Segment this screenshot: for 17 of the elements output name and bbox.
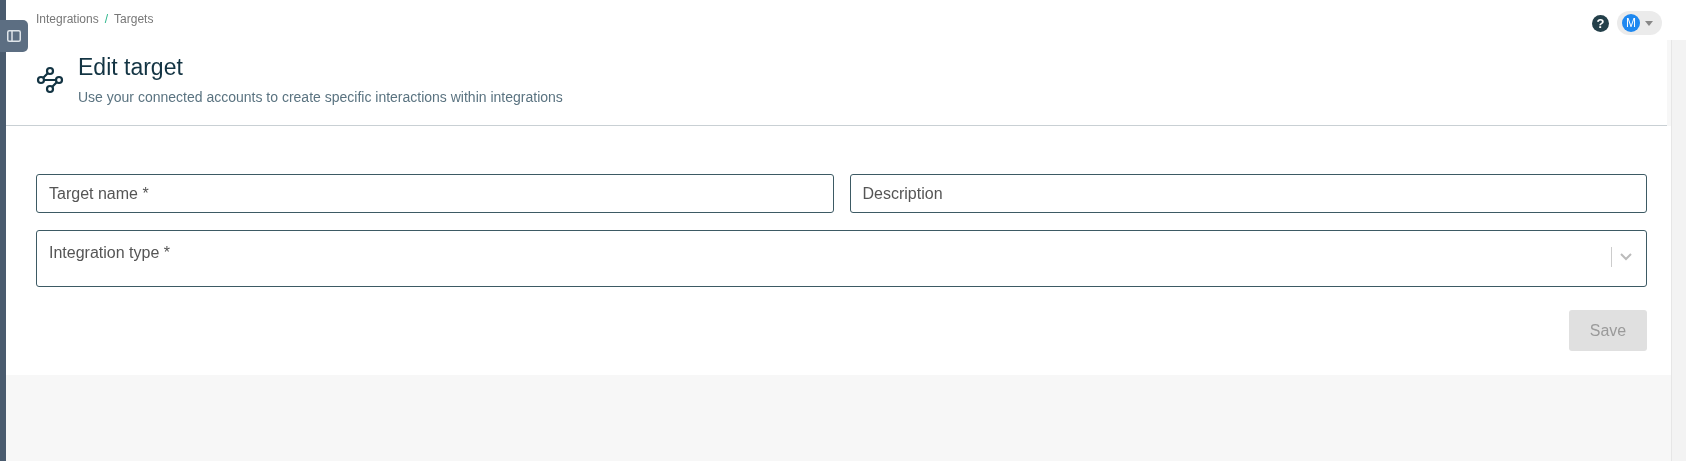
text-field[interactable]: Target name *: [36, 174, 834, 213]
select-field[interactable]: Integration type *: [36, 230, 1647, 287]
avatar: M: [1622, 14, 1640, 32]
breadcrumb-separator: /: [104, 12, 109, 26]
breadcrumb-link[interactable]: Integrations: [36, 12, 99, 26]
panel-icon: [7, 30, 21, 42]
breadcrumb-link[interactable]: Targets: [114, 12, 154, 26]
sidebar-toggle-button[interactable]: [0, 20, 28, 52]
help-icon[interactable]: ?: [1592, 14, 1609, 32]
chevron-down-icon: [1620, 253, 1632, 261]
page-subtitle: Use your connected accounts to create specific interactions within integrations: [78, 89, 563, 105]
connection-icon: [36, 66, 64, 94]
text-field[interactable]: Description: [849, 174, 1647, 213]
caret-icon: [1645, 20, 1653, 26]
user-menu[interactable]: M: [1617, 11, 1662, 35]
scrollbar[interactable]: [1671, 40, 1686, 461]
page-title: Edit target: [78, 54, 184, 81]
